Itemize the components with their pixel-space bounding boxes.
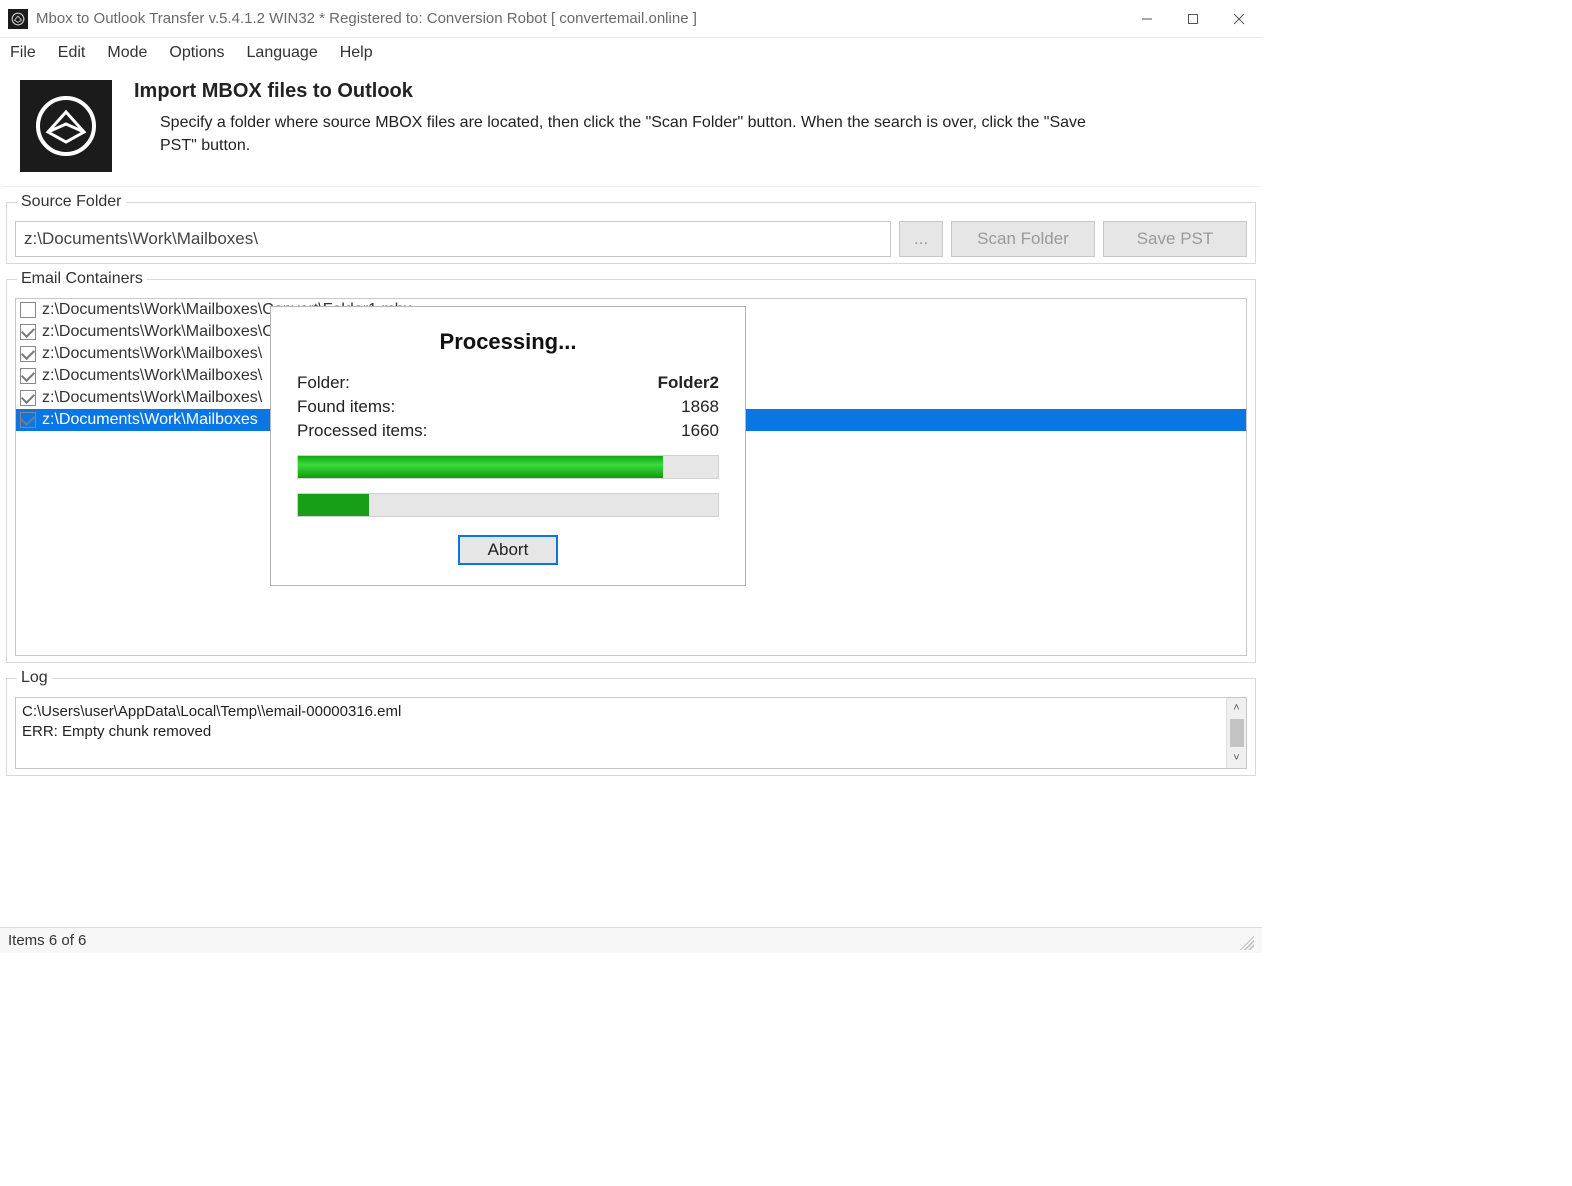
email-containers-legend: Email Containers: [17, 270, 147, 288]
app-icon: [8, 9, 28, 29]
dialog-processed-label: Processed items:: [297, 421, 427, 441]
log-legend: Log: [17, 669, 52, 687]
list-item-path: z:\Documents\Work\Mailboxes\: [42, 345, 262, 363]
window-controls: [1124, 0, 1262, 37]
resize-grip-icon[interactable]: [1236, 932, 1254, 950]
status-bar: Items 6 of 6: [0, 927, 1262, 953]
progress-bar-2: [297, 493, 719, 517]
list-item-path: z:\Documents\Work\Mailboxes: [42, 411, 258, 429]
log-scrollbar[interactable]: ˄ ˅: [1226, 698, 1246, 768]
menu-mode[interactable]: Mode: [107, 44, 147, 62]
title-bar: Mbox to Outlook Transfer v.5.4.1.2 WIN32…: [0, 0, 1262, 38]
source-folder-legend: Source Folder: [17, 193, 126, 211]
log-line: C:\Users\user\AppData\Local\Temp\\email-…: [22, 702, 1220, 722]
log-box: C:\Users\user\AppData\Local\Temp\\email-…: [15, 697, 1247, 769]
processing-dialog: Processing... Folder: Folder2 Found item…: [270, 306, 746, 586]
dialog-processed-value: 1660: [681, 421, 719, 441]
abort-button[interactable]: Abort: [458, 535, 558, 565]
progress-fill-1: [298, 456, 663, 478]
list-item-path: z:\Documents\Work\Mailboxes\: [42, 367, 262, 385]
scroll-thumb[interactable]: [1230, 719, 1244, 747]
list-item-path: z:\Documents\Work\Mailboxes\: [42, 389, 262, 407]
dialog-folder-value: Folder2: [658, 373, 719, 393]
app-logo-icon: [20, 80, 112, 172]
dialog-found-value: 1868: [681, 397, 719, 417]
dialog-folder-label: Folder:: [297, 373, 350, 393]
checkbox-icon[interactable]: [20, 302, 36, 318]
status-text: Items 6 of 6: [8, 932, 86, 949]
menu-help[interactable]: Help: [340, 44, 373, 62]
maximize-button[interactable]: [1170, 0, 1216, 37]
menu-edit[interactable]: Edit: [58, 44, 86, 62]
log-line: ERR: Empty chunk removed: [22, 722, 1220, 742]
dialog-title: Processing...: [297, 329, 719, 355]
checkbox-icon[interactable]: [20, 390, 36, 406]
scan-folder-button[interactable]: Scan Folder: [951, 221, 1095, 257]
log-content[interactable]: C:\Users\user\AppData\Local\Temp\\email-…: [16, 698, 1226, 768]
window-title: Mbox to Outlook Transfer v.5.4.1.2 WIN32…: [36, 10, 1124, 27]
save-pst-button[interactable]: Save PST: [1103, 221, 1247, 257]
menu-language[interactable]: Language: [247, 44, 318, 62]
instruction-description: Specify a folder where source MBOX files…: [134, 111, 1114, 157]
close-button[interactable]: [1216, 0, 1262, 37]
minimize-button[interactable]: [1124, 0, 1170, 37]
instruction-title: Import MBOX files to Outlook: [134, 80, 1114, 103]
source-path-input[interactable]: [15, 221, 891, 257]
menu-options[interactable]: Options: [169, 44, 224, 62]
checkbox-icon[interactable]: [20, 346, 36, 362]
scroll-up-icon[interactable]: ˄: [1227, 698, 1246, 718]
menu-file[interactable]: File: [10, 44, 36, 62]
checkbox-icon[interactable]: [20, 368, 36, 384]
menu-bar: File Edit Mode Options Language Help: [0, 38, 1262, 68]
instruction-panel: Import MBOX files to Outlook Specify a f…: [2, 68, 1260, 187]
scroll-down-icon[interactable]: ˅: [1227, 748, 1246, 768]
checkbox-icon[interactable]: [20, 324, 36, 340]
dialog-found-label: Found items:: [297, 397, 395, 417]
browse-button[interactable]: ...: [899, 221, 943, 257]
log-group: Log C:\Users\user\AppData\Local\Temp\\em…: [6, 669, 1256, 776]
progress-fill-2: [298, 494, 369, 516]
progress-bar-1: [297, 455, 719, 479]
checkbox-icon[interactable]: [20, 412, 36, 428]
source-folder-group: Source Folder ... Scan Folder Save PST: [6, 193, 1256, 264]
